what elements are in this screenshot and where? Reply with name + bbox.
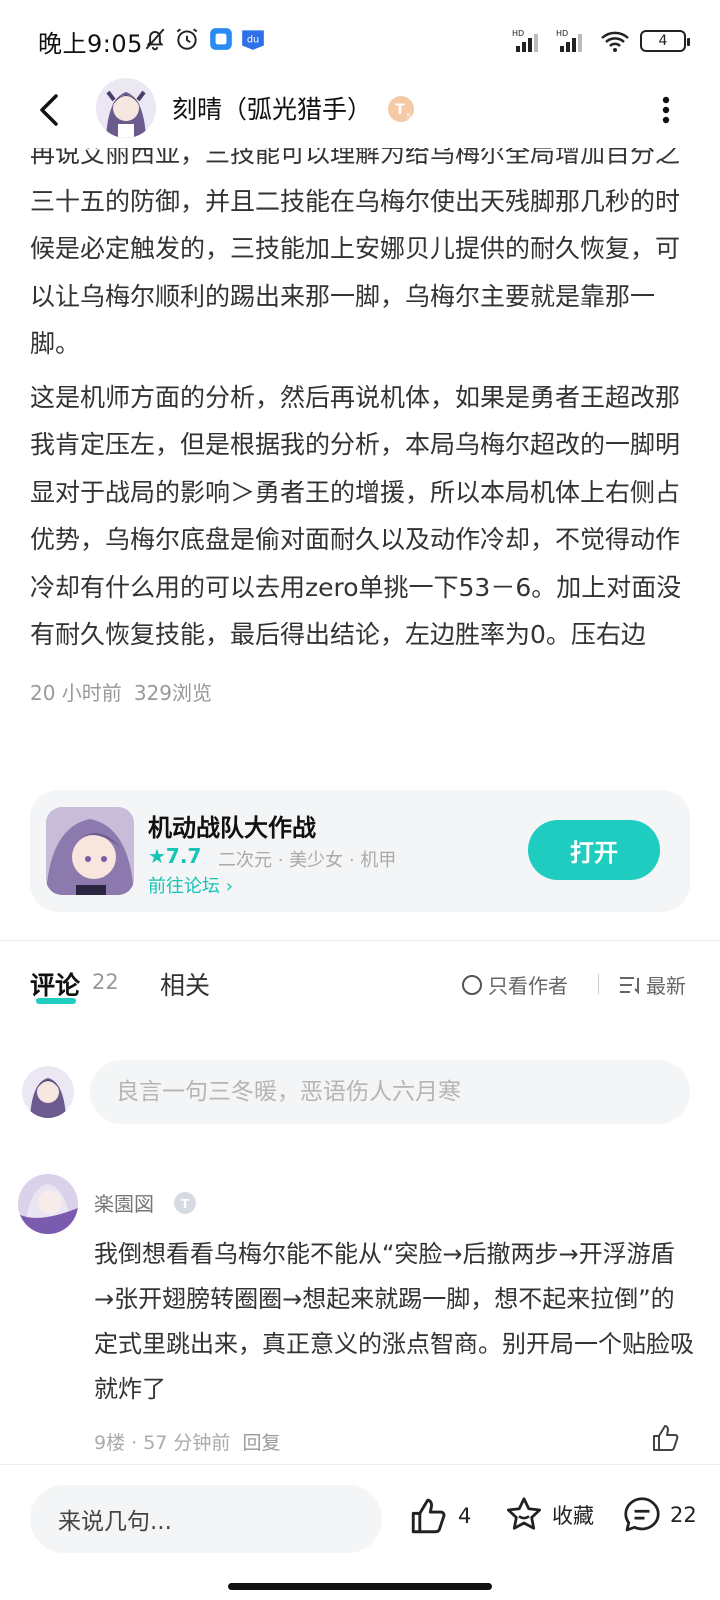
comment-body: 我倒想看看乌梅尔能不能从“突脸→后撤两步→开浮游盾→张开翅膀转圈圈→想起来就踢一… bbox=[94, 1240, 694, 1403]
commenter-name[interactable]: 楽園図 bbox=[94, 1188, 154, 1217]
sort-latest-button[interactable]: 最新 bbox=[618, 970, 686, 999]
svg-text:HD: HD bbox=[512, 29, 524, 38]
post-paragraph: 再说艾丽西亚，三技能可以理解为给乌梅尔全局增加百分之三十五的防御，并且二技能在乌… bbox=[30, 139, 681, 358]
open-game-button[interactable]: 打开 bbox=[528, 820, 660, 880]
author-name[interactable]: 刻晴（弧光猎手） bbox=[172, 90, 372, 126]
post-meta: 20 小时前 329浏览 bbox=[30, 677, 690, 706]
game-title[interactable]: 机动战队大作战 bbox=[148, 808, 316, 843]
like-count: 4 bbox=[458, 1504, 472, 1528]
svg-text:T: T bbox=[395, 102, 405, 118]
game-tags: 二次元 · 美少女 · 机甲 bbox=[218, 850, 397, 871]
svg-text:du: du bbox=[247, 34, 259, 45]
sort-icon bbox=[620, 976, 639, 994]
sort-label: 最新 bbox=[646, 974, 686, 998]
active-tab-indicator bbox=[36, 998, 76, 1004]
battery-icon: 4 bbox=[640, 30, 690, 52]
bottom-action-bar: 来说几句... 4 收藏 22 bbox=[0, 1464, 720, 1600]
section-divider bbox=[0, 940, 720, 941]
favorite-button[interactable]: 收藏 bbox=[504, 1495, 594, 1535]
status-time: 晚上9:05 bbox=[38, 30, 143, 58]
comment-floor: 9楼 bbox=[94, 1432, 126, 1454]
alarm-icon bbox=[176, 28, 198, 50]
favorite-label: 收藏 bbox=[552, 1504, 594, 1528]
bell-off-icon bbox=[145, 28, 165, 51]
game-card[interactable]: 机动战队大作战 ★7.7 二次元 · 美少女 · 机甲 前往论坛 › 打开 bbox=[30, 790, 690, 912]
reply-button[interactable]: 回复 bbox=[242, 1432, 280, 1454]
app-badge-icon bbox=[210, 28, 232, 50]
top-nav: 刻晴（弧光猎手） T 5 bbox=[0, 72, 720, 148]
commenter-avatar[interactable] bbox=[18, 1174, 78, 1234]
signal-icon: HD bbox=[512, 29, 538, 52]
post-time: 20 小时前 bbox=[30, 680, 122, 705]
post-views: 329浏览 bbox=[133, 680, 212, 705]
level-badge-icon: T bbox=[174, 1192, 196, 1214]
author-avatar[interactable] bbox=[96, 78, 156, 138]
comment-input[interactable] bbox=[90, 1060, 690, 1124]
svg-text:HD: HD bbox=[556, 29, 568, 38]
thumbs-up-icon[interactable] bbox=[408, 1495, 450, 1537]
bottom-comment-input[interactable]: 来说几句... bbox=[30, 1485, 382, 1553]
tab-separator bbox=[598, 974, 599, 994]
status-right: HD HD 4 bbox=[512, 26, 690, 56]
author-only-label: 只看作者 bbox=[488, 974, 568, 998]
comment-tabs: 评论 22 相关 只看作者 最新 bbox=[0, 960, 720, 1030]
radio-circle-icon[interactable] bbox=[462, 974, 482, 995]
game-rating: ★7.7 bbox=[148, 844, 202, 868]
more-options-icon[interactable] bbox=[656, 92, 676, 128]
like-button[interactable]: 4 bbox=[408, 1495, 471, 1537]
thumbs-up-icon[interactable] bbox=[650, 1422, 682, 1454]
game-icon[interactable] bbox=[46, 807, 134, 895]
comment-meta: 9楼 · 57 分钟前 回复 bbox=[94, 1432, 281, 1454]
comment-bubble-icon[interactable] bbox=[622, 1495, 662, 1535]
svg-text:5: 5 bbox=[406, 112, 411, 121]
back-arrow-icon[interactable] bbox=[30, 88, 70, 132]
comment-time: 57 分钟前 bbox=[143, 1432, 231, 1454]
star-icon[interactable] bbox=[504, 1495, 544, 1535]
comments-count: 22 bbox=[92, 970, 119, 994]
tab-comments[interactable]: 评论 bbox=[30, 966, 80, 1002]
svg-text:T: T bbox=[181, 1197, 190, 1211]
post-content: 再说艾丽西亚，三技能可以理解为给乌梅尔全局增加百分之三十五的防御，并且二技能在乌… bbox=[30, 130, 690, 706]
tab-related[interactable]: 相关 bbox=[160, 966, 210, 1002]
comment-button[interactable]: 22 bbox=[622, 1495, 697, 1535]
level-badge-icon: T 5 bbox=[388, 96, 414, 122]
battery-level: 4 bbox=[658, 33, 668, 49]
author-only-toggle[interactable]: 只看作者 bbox=[462, 970, 568, 999]
comment-count: 22 bbox=[670, 1503, 697, 1527]
wifi-icon bbox=[601, 31, 629, 52]
home-indicator[interactable] bbox=[228, 1583, 492, 1590]
signal-icon: HD bbox=[556, 29, 582, 52]
go-to-forum-link[interactable]: 前往论坛 › bbox=[148, 872, 233, 898]
du-app-icon: du bbox=[242, 30, 264, 50]
post-paragraph: 这是机师方面的分析，然后再说机体，如果是勇者王超改那我肯定压左，但是根据我的分析… bbox=[30, 382, 682, 650]
my-avatar bbox=[22, 1066, 74, 1118]
